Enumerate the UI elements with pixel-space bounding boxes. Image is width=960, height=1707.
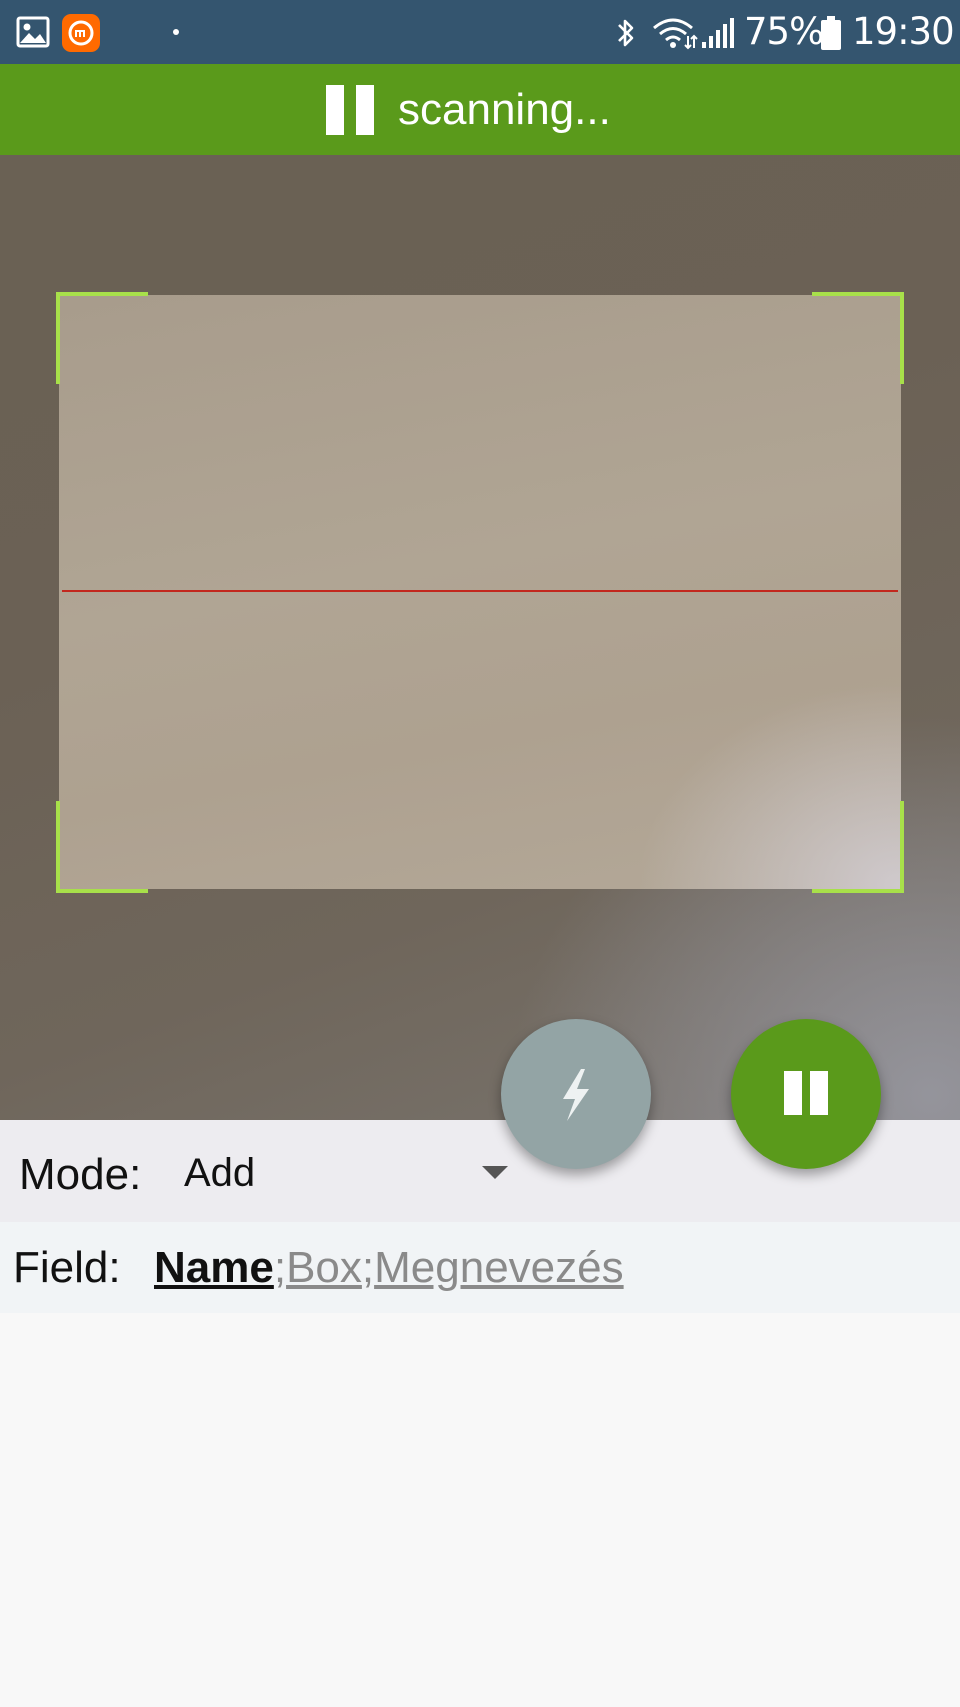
wifi-icon	[653, 18, 698, 50]
battery-icon	[821, 16, 841, 50]
mode-selected-value: Add	[184, 1151, 256, 1195]
mode-label: Mode:	[19, 1150, 142, 1199]
status-clock: 19:30	[852, 10, 955, 53]
bluetooth-icon	[618, 19, 634, 47]
status-bar: 75% 19:30	[0, 0, 960, 64]
mi-app-icon	[62, 14, 100, 52]
field-option-name[interactable]: Name	[154, 1243, 274, 1292]
field-option-box[interactable]: Box	[286, 1243, 362, 1292]
flash-icon	[563, 1069, 589, 1121]
pause-icon	[784, 1071, 828, 1115]
field-options: Name;Box;Megnevezés	[154, 1242, 624, 1294]
notification-dot-icon	[173, 29, 179, 35]
flash-toggle-button[interactable]	[501, 1019, 651, 1169]
scan-status-text: scanning...	[398, 85, 611, 134]
viewfinder-corner-bottom-left	[56, 801, 148, 893]
scan-line	[62, 590, 898, 592]
scan-status-header[interactable]: scanning...	[0, 64, 960, 155]
gallery-icon	[16, 16, 50, 48]
mode-dropdown[interactable]: Add	[172, 1136, 512, 1206]
cell-signal-icon	[702, 18, 734, 48]
camera-preview[interactable]	[0, 155, 960, 1120]
results-area	[0, 1313, 960, 1707]
viewfinder-corner-top-right	[812, 292, 904, 384]
field-option-megnevezes[interactable]: Megnevezés	[374, 1243, 623, 1292]
viewfinder-corner-bottom-right	[812, 801, 904, 893]
viewfinder-area	[59, 295, 901, 889]
field-row: Field: Name;Box;Megnevezés	[0, 1222, 960, 1313]
pause-scan-button[interactable]	[731, 1019, 881, 1169]
field-separator: ;	[361, 1243, 375, 1292]
field-separator: ;	[273, 1243, 287, 1292]
pause-icon	[326, 85, 374, 135]
field-label: Field:	[13, 1243, 121, 1292]
battery-percent: 75%	[744, 10, 824, 53]
viewfinder-corner-top-left	[56, 292, 148, 384]
